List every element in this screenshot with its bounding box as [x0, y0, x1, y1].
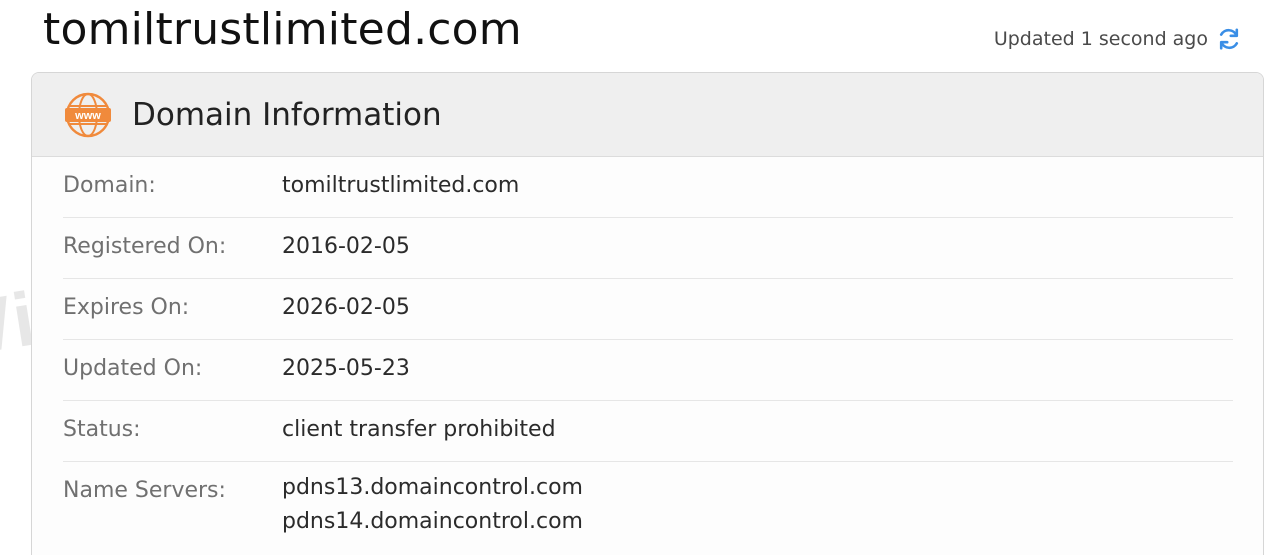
row-value: 2026-02-05 [282, 295, 410, 320]
updated-status: Updated 1 second ago [994, 24, 1242, 54]
row-label: Status: [63, 417, 141, 442]
www-globe-icon: www [65, 92, 111, 137]
row-value: client transfer prohibited [282, 417, 556, 442]
row-name-servers: Name Servers: pdns13.domaincontrol.com p… [63, 462, 1233, 539]
row-value: 2025-05-23 [282, 356, 410, 381]
row-registered-on: Registered On: 2016-02-05 [63, 218, 1233, 279]
row-label: Name Servers: [63, 478, 226, 503]
domain-info-card: www Domain Information Domain: tomiltrus… [31, 72, 1264, 555]
row-label: Updated On: [63, 356, 203, 381]
name-server-list: pdns13.domaincontrol.com pdns14.domainco… [282, 462, 583, 539]
domain-info-rows: Domain: tomiltrustlimited.com Registered… [32, 157, 1263, 539]
row-status: Status: client transfer prohibited [63, 401, 1233, 462]
name-server: pdns14.domaincontrol.com [282, 509, 583, 534]
row-domain: Domain: tomiltrustlimited.com [63, 157, 1233, 218]
row-label: Expires On: [63, 295, 190, 320]
row-expires-on: Expires On: 2026-02-05 [63, 279, 1233, 340]
name-server: pdns13.domaincontrol.com [282, 475, 583, 500]
updated-text: Updated 1 second ago [993, 28, 1208, 50]
refresh-icon[interactable] [1216, 26, 1242, 52]
card-header: www Domain Information [32, 73, 1263, 157]
row-value: tomiltrustlimited.com [282, 173, 520, 198]
row-updated-on: Updated On: 2025-05-23 [63, 340, 1233, 401]
page-title: tomiltrustlimited.com [43, 4, 522, 55]
svg-text:www: www [74, 110, 101, 122]
row-label: Registered On: [63, 234, 227, 259]
row-label: Domain: [63, 173, 156, 198]
row-value: 2016-02-05 [282, 234, 410, 259]
card-title: Domain Information [132, 96, 442, 133]
